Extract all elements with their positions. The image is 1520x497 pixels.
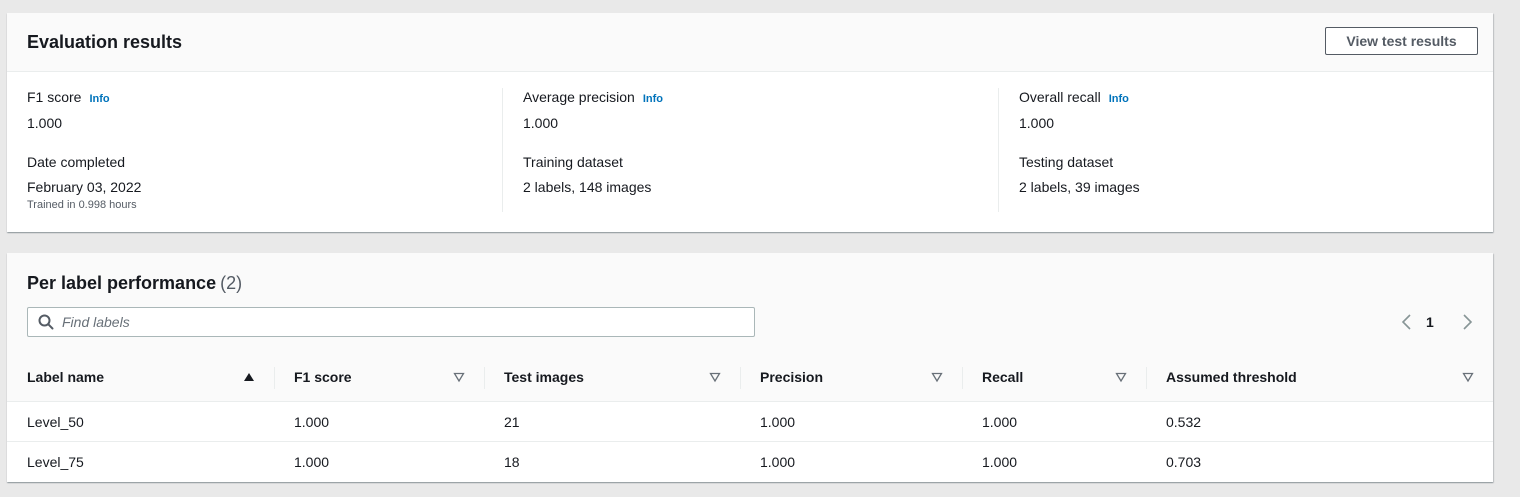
f1-score-label: F1 score — [27, 89, 82, 105]
cell-f1-score: 1.000 — [274, 401, 484, 442]
find-labels-search[interactable] — [27, 307, 755, 337]
column-header-f1-score[interactable]: F1 score — [274, 353, 484, 402]
sort-icon[interactable] — [1462, 371, 1474, 383]
average-precision-label: Average precision — [523, 89, 635, 105]
per-label-performance-panel: Per label performance(2) 1 — [7, 253, 1493, 482]
average-precision-value: 1.000 — [523, 115, 559, 131]
per-label-performance-title: Per label performance (2) — [27, 273, 242, 294]
cell-precision: 1.000 — [740, 401, 962, 442]
column-header-precision[interactable]: Precision — [740, 353, 962, 402]
view-test-results-button[interactable]: View test results — [1325, 27, 1478, 55]
chevron-right-icon[interactable] — [1459, 313, 1475, 331]
evaluation-results-panel: Evaluation results View test results F1 … — [7, 13, 1493, 232]
date-completed-label: Date completed — [27, 154, 126, 170]
average-precision-label-row: Average precision Info — [523, 89, 663, 105]
training-dataset-value: 2 labels, 148 images — [523, 179, 652, 195]
column-separator — [484, 367, 485, 389]
per-label-performance-header: Per label performance(2) 1 — [7, 253, 1493, 354]
testing-dataset-label: Testing dataset — [1019, 154, 1114, 170]
column-header-text: Label name — [27, 369, 105, 385]
column-divider — [998, 88, 999, 212]
f1-score-info-link[interactable]: Info — [89, 93, 109, 105]
column-separator — [274, 367, 275, 389]
overall-recall-label: Overall recall — [1019, 89, 1101, 105]
column-separator — [740, 367, 741, 389]
cell-assumed-threshold: 0.532 — [1146, 401, 1493, 442]
cell-assumed-threshold: 0.703 — [1166, 453, 1202, 470]
cell-label-name: Level_50 — [7, 401, 274, 442]
chevron-left-icon[interactable] — [1399, 313, 1415, 331]
sort-icon[interactable] — [709, 371, 721, 383]
cell-f1-score: 1.000 — [294, 453, 330, 470]
cell-recall: 1.000 — [982, 453, 1018, 470]
evaluation-results-title: Evaluation results — [27, 32, 183, 52]
column-header-test-images[interactable]: Test images — [484, 353, 740, 402]
overall-recall-label-row: Overall recall Info — [1019, 89, 1129, 105]
cell-recall: 1.000 — [962, 401, 1146, 442]
column-header-label-name[interactable]: Label name — [7, 353, 274, 402]
testing-dataset-value: 2 labels, 39 images — [1019, 179, 1140, 195]
sort-icon[interactable] — [1115, 371, 1127, 383]
sort-icon[interactable] — [931, 371, 943, 383]
per-label-performance-title-text: Per label performance — [27, 273, 217, 293]
column-header-text: Precision — [760, 369, 824, 385]
sort-icon[interactable] — [453, 371, 465, 383]
column-header-text: F1 score — [294, 369, 352, 385]
cell-test-images: 21 — [484, 401, 740, 442]
per-label-performance-table: Label name F1 score Test images Precisio… — [7, 353, 1493, 481]
evaluation-results-header: Evaluation results View test results — [7, 13, 1493, 72]
f1-score-value: 1.000 — [27, 115, 63, 131]
current-page-number[interactable]: 1 — [1426, 314, 1434, 330]
f1-score-label-row: F1 score Info — [27, 89, 110, 105]
cell-label-name: Level_75 — [27, 453, 84, 470]
table-header-row: Label name F1 score Test images Precisio… — [7, 353, 1493, 402]
column-header-recall[interactable]: Recall — [962, 353, 1146, 402]
table-row: Level_75 1.000 18 1.000 1.000 0.703 — [7, 442, 1493, 482]
training-dataset-label: Training dataset — [523, 154, 623, 170]
sort-ascending-icon[interactable] — [243, 371, 255, 383]
cell-precision: 1.000 — [760, 453, 796, 470]
training-duration: Trained in 0.998 hours — [27, 199, 137, 211]
overall-recall-info-link[interactable]: Info — [1109, 93, 1129, 105]
label-count: (2) — [220, 273, 243, 293]
table-row: Level_50 1.000 21 1.000 1.000 0.532 — [7, 401, 1493, 442]
find-labels-input[interactable] — [62, 308, 742, 336]
column-header-text: Assumed threshold — [1166, 369, 1297, 385]
column-header-assumed-threshold[interactable]: Assumed threshold — [1146, 353, 1493, 402]
column-divider — [502, 88, 503, 212]
cell-test-images: 18 — [504, 453, 520, 470]
date-completed-value: February 03, 2022 — [27, 179, 142, 195]
overall-recall-value: 1.000 — [1019, 115, 1055, 131]
search-icon — [38, 314, 54, 330]
column-separator — [1146, 367, 1147, 389]
column-header-text: Test images — [504, 369, 584, 385]
average-precision-info-link[interactable]: Info — [643, 93, 663, 105]
column-header-text: Recall — [982, 369, 1024, 385]
evaluation-metrics: F1 score Info 1.000 Date completed Februa… — [7, 72, 1493, 232]
column-separator — [962, 367, 963, 389]
